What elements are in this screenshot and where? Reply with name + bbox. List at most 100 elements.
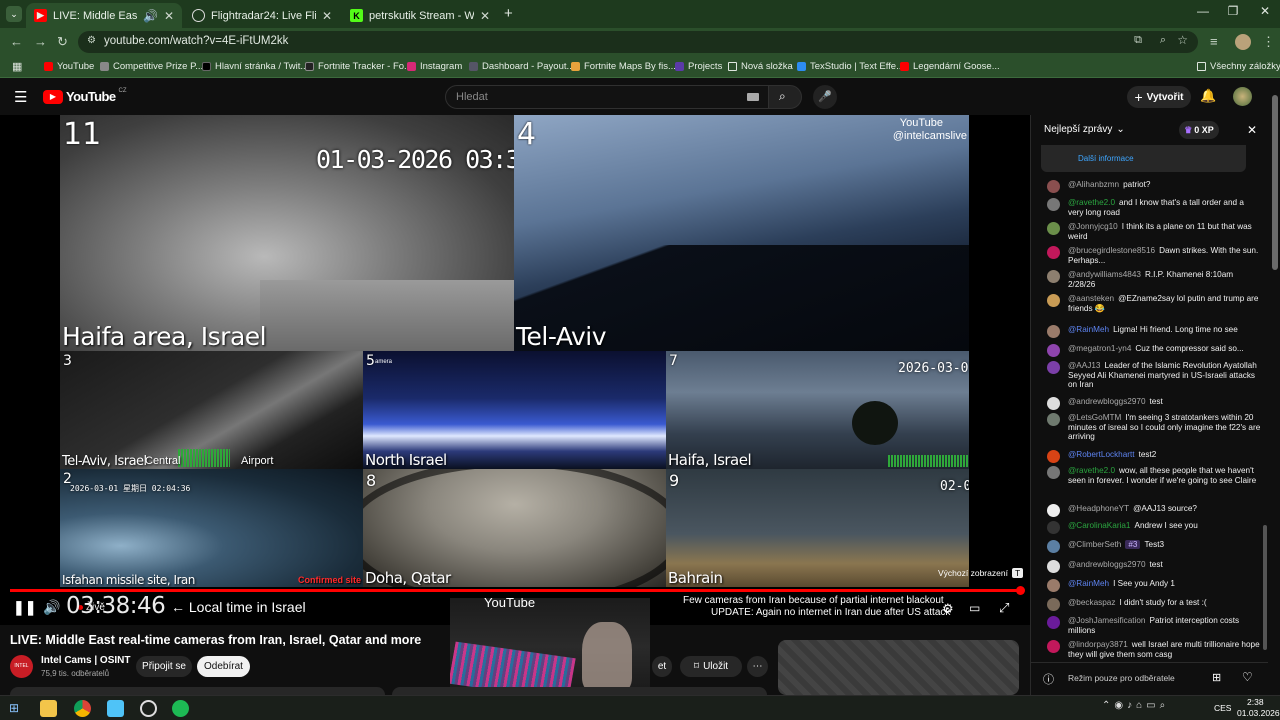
info-icon[interactable]: ⓘ xyxy=(1043,671,1054,687)
chat-message[interactable]: @Alihanbzmn patriot? xyxy=(1047,180,1261,193)
chat-message[interactable]: @brucegirdlestone8516 Dawn strikes. With … xyxy=(1047,246,1261,265)
chat-message[interactable]: @beckaspaz I didn't study for a test :( xyxy=(1047,598,1261,611)
heart-icon[interactable]: ♡ xyxy=(1242,670,1253,684)
chat-avatar[interactable] xyxy=(1047,598,1060,611)
chat-message[interactable]: @ravethe2.0 and I know that's a tall orde… xyxy=(1047,198,1261,217)
related-video-thumbnail[interactable] xyxy=(778,640,1019,695)
bookmark-fortnite-tracker[interactable]: Fortnite Tracker - Fo... xyxy=(305,61,412,72)
chat-author[interactable]: @HeadphoneYT xyxy=(1068,504,1129,513)
chat-message[interactable]: @andrewbloggs2970 test xyxy=(1047,397,1261,410)
apps-grid-icon[interactable]: ▦ xyxy=(12,60,22,73)
super-chat-icon[interactable]: ⊞ xyxy=(1212,671,1221,684)
channel-avatar[interactable]: INTEL xyxy=(10,655,33,678)
new-tab-button[interactable]: + xyxy=(504,5,513,22)
chat-avatar[interactable] xyxy=(1047,397,1060,410)
theater-mode-icon[interactable]: ▭ xyxy=(969,601,980,615)
bookmark-competitive[interactable]: Competitive Prize P... xyxy=(100,61,203,72)
chat-avatar[interactable] xyxy=(1047,579,1060,592)
zoom-icon[interactable]: ⌕ xyxy=(1160,34,1166,47)
clock-date[interactable]: 01.03.2026 xyxy=(1237,708,1280,718)
system-tray-icons[interactable]: ⌃◉♪⌂▭⌕ xyxy=(1102,700,1169,711)
chat-author[interactable]: @RainMeh xyxy=(1068,325,1109,334)
chat-message[interactable]: @andywilliams4843 R.I.P. Khamenei 8:10am … xyxy=(1047,270,1261,289)
tab-youtube-live[interactable]: ▶ LIVE: Middle East real-time 🔊 ✕ xyxy=(26,3,182,28)
chat-avatar[interactable] xyxy=(1047,294,1060,307)
chat-avatar[interactable] xyxy=(1047,616,1060,629)
tab-search-icon[interactable]: ⌄ xyxy=(6,6,22,22)
create-button[interactable]: + Vytvořit xyxy=(1127,86,1191,108)
chat-author[interactable]: @Alihanbzmn xyxy=(1068,180,1119,189)
bookmark-twitter[interactable]: Hlavní stránka / Twit... xyxy=(202,61,308,72)
chat-message[interactable]: @HeadphoneYT @AAJ13 source? xyxy=(1047,504,1261,517)
more-info-link[interactable]: Další informace xyxy=(1078,154,1134,163)
chat-message[interactable]: @JoshJamesification Patriot interception … xyxy=(1047,616,1261,635)
bookmark-instagram[interactable]: Instagram xyxy=(407,61,462,72)
chat-message[interactable]: @CarolinaKaria1 Andrew I see you xyxy=(1047,521,1261,534)
chat-message[interactable]: @LetsGoMTM I'm seeing 3 stratotankers wit… xyxy=(1047,413,1261,442)
chat-avatar[interactable] xyxy=(1047,361,1060,374)
volume-icon[interactable]: 🔊 xyxy=(43,599,60,616)
chat-avatar[interactable] xyxy=(1047,246,1060,259)
chat-message[interactable]: @RainMeh I See you Andy 1 xyxy=(1047,579,1261,592)
chat-author[interactable]: @beckaspaz xyxy=(1068,598,1115,607)
restore-button[interactable]: ❐ xyxy=(1218,4,1248,18)
more-actions-button[interactable]: ⋯ xyxy=(747,656,768,677)
chat-author[interactable]: @RobertLockhartt xyxy=(1068,450,1135,459)
minimize-button[interactable]: — xyxy=(1188,4,1218,18)
profile-avatar[interactable] xyxy=(1235,34,1251,50)
xp-badge[interactable]: ♛ 0 XP xyxy=(1179,121,1219,139)
default-view-hint[interactable]: Výchozí zobrazení T xyxy=(938,568,1024,578)
install-icon[interactable]: ⧉ xyxy=(1134,34,1142,47)
bookmark-goose[interactable]: Legendární Goose... xyxy=(900,61,1000,72)
chat-author[interactable]: @CarolinaKaria1 xyxy=(1068,521,1130,530)
tab-close-icon[interactable]: ✕ xyxy=(322,9,332,23)
subscribe-button[interactable]: Odebírat xyxy=(197,656,250,677)
clock-time[interactable]: 2:38 xyxy=(1247,697,1264,707)
progress-bar[interactable] xyxy=(10,586,1025,595)
tab-kick-stream[interactable]: K petrskutik Stream - Watch Live ✕ xyxy=(342,3,498,28)
app-f-icon[interactable] xyxy=(107,700,124,717)
chat-message[interactable]: @aansteken @EZname2say lol putin and trum… xyxy=(1047,294,1261,313)
chat-message[interactable]: @ClimberSeth #3 Test3 xyxy=(1047,540,1261,553)
chat-avatar[interactable] xyxy=(1047,222,1060,235)
join-button[interactable]: Připojit se xyxy=(136,656,192,677)
windows-start-icon[interactable]: ⊞ xyxy=(9,701,19,715)
chat-message[interactable]: @RobertLockhartt test2 xyxy=(1047,450,1261,463)
spotify-icon[interactable] xyxy=(172,700,189,717)
forward-icon[interactable]: → xyxy=(34,34,47,49)
address-bar[interactable]: ⚙ youtube.com/watch?v=4E-iFtUM2kk ⧉ ⌕ ☆ xyxy=(78,31,1198,53)
chat-message[interactable]: @lindorpay3871 well Israel are multi tril… xyxy=(1047,640,1261,659)
fullscreen-icon[interactable]: ⤢ xyxy=(999,600,1009,616)
chrome-icon[interactable] xyxy=(74,700,91,717)
chat-author[interactable]: @megatron1-yn4 xyxy=(1068,344,1131,353)
chat-message[interactable]: @Jonnyjcg10 I think its a plane on 11 but… xyxy=(1047,222,1261,241)
share-button[interactable]: et xyxy=(652,656,672,677)
media-icon[interactable]: ≡ xyxy=(1210,34,1218,49)
progress-handle[interactable] xyxy=(1016,586,1025,595)
chat-author[interactable]: @JoshJamesification xyxy=(1068,616,1145,625)
audio-icon[interactable]: 🔊 xyxy=(143,9,158,23)
chat-avatar[interactable] xyxy=(1047,325,1060,338)
video-player[interactable]: 11 01-03-2026 03:38:30 Haifa area, Israe… xyxy=(0,115,1030,720)
search-button[interactable]: ⌕ xyxy=(768,85,802,109)
bookmark-all[interactable]: Všechny záložky xyxy=(1197,61,1280,72)
site-info-icon[interactable]: ⚙ xyxy=(87,35,96,46)
bookmark-texstudio[interactable]: TexStudio | Text Effe... xyxy=(797,61,904,72)
chat-avatar[interactable] xyxy=(1047,198,1060,211)
menu-icon[interactable]: ⋮ xyxy=(1262,34,1275,50)
bookmark-fortnite-maps[interactable]: Fortnite Maps By fis... xyxy=(571,61,676,72)
pause-icon[interactable]: ❚❚ xyxy=(13,599,36,616)
chat-author[interactable]: @Jonnyjcg10 xyxy=(1068,222,1118,231)
bookmark-projects[interactable]: Projects xyxy=(675,61,722,72)
chat-author[interactable]: @andrewbloggs2970 xyxy=(1068,397,1146,406)
channel-name[interactable]: Intel Cams | OSINT xyxy=(41,655,130,666)
description-box[interactable] xyxy=(10,687,385,695)
chat-mode-selector[interactable]: Nejlepší zprávy ⌄ xyxy=(1044,124,1125,135)
chat-avatar[interactable] xyxy=(1047,450,1060,463)
tab-close-icon[interactable]: ✕ xyxy=(480,9,490,23)
chat-author[interactable]: @RainMeh xyxy=(1068,579,1109,588)
chat-author[interactable]: @lindorpay3871 xyxy=(1068,640,1128,649)
keyboard-icon[interactable] xyxy=(747,93,759,101)
close-window-button[interactable]: ✕ xyxy=(1250,4,1280,18)
back-icon[interactable]: ← xyxy=(10,34,23,49)
